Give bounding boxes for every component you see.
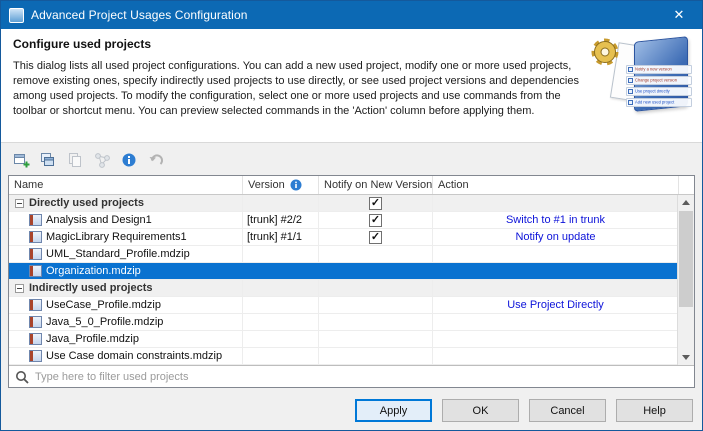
reset-icon[interactable] xyxy=(146,150,166,170)
project-name: Use Case domain constraints.mdzip xyxy=(46,350,222,362)
project-icon xyxy=(29,350,42,362)
filter-bar xyxy=(9,365,694,387)
version-info-icon[interactable] xyxy=(290,179,302,191)
scrollbar-thumb[interactable] xyxy=(679,211,693,307)
project-name: UML_Standard_Profile.mdzip xyxy=(46,248,190,260)
project-icon xyxy=(29,265,42,277)
mini-checkbox-icon xyxy=(628,78,633,83)
title-bar: Advanced Project Usages Configuration ✕ xyxy=(1,1,702,29)
notify-checkbox[interactable] xyxy=(369,231,382,244)
column-header-notify[interactable]: Notify on New Version xyxy=(319,176,433,194)
version-cell: [trunk] #1/1 xyxy=(243,229,319,245)
table-row-selected[interactable]: Organization.mdzip xyxy=(9,263,677,280)
project-icon xyxy=(29,214,42,226)
search-icon xyxy=(15,370,29,384)
column-header-name[interactable]: Name xyxy=(9,176,243,194)
help-button[interactable]: Help xyxy=(616,399,693,422)
action-link[interactable]: Notify on update xyxy=(515,231,595,243)
legend-item: Change project version xyxy=(626,76,692,85)
table-row[interactable]: Java_5_0_Profile.mdzip xyxy=(9,314,677,331)
project-icon xyxy=(29,316,42,328)
version-cell: [trunk] #2/2 xyxy=(243,212,319,228)
project-icon xyxy=(29,299,42,311)
dialog-description: This dialog lists all used project confi… xyxy=(13,59,588,119)
table-row[interactable]: UML_Standard_Profile.mdzip xyxy=(9,246,677,263)
project-icon xyxy=(29,231,42,243)
apply-button[interactable]: Apply xyxy=(355,399,432,422)
project-icon xyxy=(29,248,42,260)
info-icon[interactable] xyxy=(119,150,139,170)
dialog-header: Configure used projects This dialog list… xyxy=(1,29,702,143)
mini-checkbox-icon xyxy=(628,67,633,72)
table-row[interactable]: Use Case domain constraints.mdzip xyxy=(9,348,677,365)
copy-icon[interactable] xyxy=(65,150,85,170)
collapse-icon[interactable] xyxy=(15,284,24,293)
header-illustration: Notify a new version Change project vers… xyxy=(588,35,692,135)
scroll-down-icon[interactable] xyxy=(678,350,694,365)
used-projects-table: Name Version Notify on New Version Actio… xyxy=(8,175,695,388)
scroll-up-icon[interactable] xyxy=(678,195,694,210)
mini-checkbox-icon xyxy=(628,100,633,105)
use-project-icon[interactable] xyxy=(38,150,58,170)
action-link[interactable]: Switch to #1 in trunk xyxy=(506,214,605,226)
table-row[interactable]: Java_Profile.mdzip xyxy=(9,331,677,348)
project-name: MagicLibrary Requirements1 xyxy=(46,231,187,243)
window-title: Advanced Project Usages Configuration xyxy=(31,8,248,22)
notify-checkbox[interactable] xyxy=(369,197,382,210)
add-used-project-icon[interactable] xyxy=(11,150,31,170)
cancel-button[interactable]: Cancel xyxy=(529,399,606,422)
illustration-legend: Notify a new version Change project vers… xyxy=(626,65,692,107)
project-name: UseCase_Profile.mdzip xyxy=(46,299,161,311)
project-usages-icon[interactable] xyxy=(92,150,112,170)
table-row-group-indirectly[interactable]: Indirectly used projects xyxy=(9,280,677,297)
table-header: Name Version Notify on New Version Actio… xyxy=(9,176,694,195)
group-label: Indirectly used projects xyxy=(29,282,152,294)
action-link[interactable]: Use Project Directly xyxy=(507,299,604,311)
legend-item: Add new used project xyxy=(626,98,692,107)
close-icon[interactable]: ✕ xyxy=(656,1,702,29)
table-body: Directly used projects Analysis and Desi… xyxy=(9,195,694,365)
filter-input[interactable] xyxy=(35,371,688,383)
legend-item: Use project directly xyxy=(626,87,692,96)
ok-button[interactable]: OK xyxy=(442,399,519,422)
project-name: Java_5_0_Profile.mdzip xyxy=(46,316,163,328)
column-header-version[interactable]: Version xyxy=(243,176,319,194)
scrollbar-header-gap xyxy=(679,176,696,194)
legend-item: Notify a new version xyxy=(626,65,692,74)
table-row[interactable]: MagicLibrary Requirements1 [trunk] #1/1 … xyxy=(9,229,677,246)
vertical-scrollbar[interactable] xyxy=(677,195,694,365)
notify-checkbox[interactable] xyxy=(369,214,382,227)
gear-icon xyxy=(586,33,626,73)
project-icon xyxy=(29,333,42,345)
project-name: Organization.mdzip xyxy=(46,265,141,277)
project-name: Java_Profile.mdzip xyxy=(46,333,139,345)
collapse-icon[interactable] xyxy=(15,199,24,208)
mini-checkbox-icon xyxy=(628,89,633,94)
table-row-group-directly[interactable]: Directly used projects xyxy=(9,195,677,212)
advanced-project-usages-dialog: Advanced Project Usages Configuration ✕ … xyxy=(0,0,703,431)
table-row[interactable]: UseCase_Profile.mdzip Use Project Direct… xyxy=(9,297,677,314)
toolbar xyxy=(1,143,702,175)
table-row[interactable]: Analysis and Design1 [trunk] #2/2 Switch… xyxy=(9,212,677,229)
project-name: Analysis and Design1 xyxy=(46,214,152,226)
group-label: Directly used projects xyxy=(29,197,144,209)
column-header-action[interactable]: Action xyxy=(433,176,679,194)
dialog-icon xyxy=(9,8,24,23)
button-bar: Apply OK Cancel Help xyxy=(355,399,693,422)
